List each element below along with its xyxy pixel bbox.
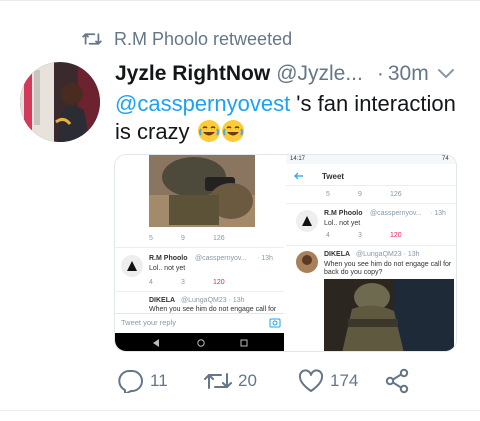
retweet-button[interactable]: 20 — [204, 370, 298, 392]
android-nav-bar — [115, 333, 284, 351]
reply-icon — [118, 369, 143, 393]
tweet-text: @casspernyovest 's fan interaction is cr… — [115, 90, 465, 146]
dikela-avatar-icon — [296, 251, 318, 273]
media-attachment[interactable]: 5 9 126 R.M Phoolo @casspernyov... · 13h… — [114, 154, 457, 352]
left-reply-text: Lol.. not yet — [149, 265, 186, 272]
right-reply-time: · 13h — [430, 210, 446, 217]
right-first-like-count: 126 — [390, 191, 402, 198]
avatar[interactable] — [20, 62, 100, 142]
bottom-divider — [0, 410, 480, 411]
top-divider — [0, 0, 480, 1]
reply-avatar-icon — [121, 255, 143, 277]
media-image-right[interactable]: 14:17 74 Tweet 5 9 126 R.M Phoolo @cassp… — [286, 155, 456, 351]
retweet-count: 20 — [238, 371, 257, 390]
time-separator: · — [376, 62, 384, 85]
tweet-header: Jyzle RightNow @Jyzle... · 30m — [115, 60, 465, 88]
reply-avatar-icon — [296, 210, 318, 232]
chevron-down-icon[interactable] — [437, 68, 455, 80]
left-next-text: When you see him do not engage call for — [149, 306, 277, 313]
user-handle[interactable]: @Jyzle... — [276, 62, 363, 86]
heart-icon — [298, 369, 324, 392]
tweet-time[interactable]: 30m — [388, 62, 429, 86]
retweet-context[interactable]: R.M Phoolo retweeted — [82, 28, 292, 50]
status-time: 14:17 — [290, 156, 306, 162]
left-reply-retweet-count: 3 — [181, 279, 185, 286]
right-reply-text: Lol.. not yet — [324, 220, 361, 227]
left-reply-like-count: 120 — [213, 279, 225, 286]
display-name[interactable]: Jyzle RightNow — [115, 62, 270, 86]
back-arrow-icon[interactable] — [294, 172, 304, 180]
right-next-text-1: When you see him do not engage call for — [324, 261, 452, 268]
right-first-retweet-count: 9 — [358, 191, 362, 198]
right-reply-reply-count: 4 — [326, 232, 330, 239]
right-reply-name: R.M Phoolo — [324, 210, 363, 217]
joy-emoji-icon — [197, 120, 220, 142]
retweet-icon — [82, 33, 102, 45]
camera-icon[interactable] — [269, 316, 281, 328]
right-reply-like-count: 120 — [390, 232, 402, 239]
soldier-photo — [324, 279, 454, 351]
left-first-reply-count: 5 — [149, 235, 153, 242]
reply-button[interactable]: 11 — [118, 369, 204, 393]
right-next-name: DIKELA — [324, 251, 351, 258]
reply-compose-input[interactable]: Tweet your reply — [121, 318, 176, 327]
right-first-reply-count: 5 — [326, 191, 330, 198]
retweet-icon — [204, 373, 232, 389]
left-first-retweet-count: 9 — [181, 235, 185, 242]
reply-count: 11 — [150, 371, 168, 390]
left-next-name: DIKELA — [149, 297, 176, 304]
left-reply-name: R.M Phoolo — [149, 255, 188, 262]
status-battery: 74 — [442, 156, 449, 162]
media-image-left[interactable]: 5 9 126 R.M Phoolo @casspernyov... · 13h… — [115, 155, 286, 351]
left-first-like-count: 126 — [213, 235, 225, 242]
like-button[interactable]: 174 — [298, 369, 384, 393]
mention-link[interactable]: @casspernyovest — [115, 91, 290, 116]
share-icon — [385, 368, 409, 394]
left-reply-time: · 13h — [257, 255, 273, 262]
left-reply-reply-count: 4 — [149, 279, 153, 286]
right-reply-handle: @casspernyov... — [370, 210, 422, 217]
tweet-screen-title: Tweet — [322, 172, 345, 181]
right-next-handle: @LungaQM23 · 13h — [356, 251, 420, 258]
soldier-photo — [149, 155, 255, 227]
right-reply-retweet-count: 3 — [358, 232, 362, 239]
left-next-handle: @LungaQM23 · 13h — [181, 297, 245, 304]
retweet-label: R.M Phoolo retweeted — [114, 28, 293, 49]
like-count: 174 — [330, 371, 359, 390]
right-next-text-2: back do you copy? — [324, 269, 383, 276]
left-reply-handle: @casspernyov... — [195, 255, 247, 262]
tweet-actions: 11 20 174 — [118, 368, 416, 394]
joy-emoji-icon — [221, 120, 244, 142]
share-button[interactable] — [384, 368, 416, 394]
